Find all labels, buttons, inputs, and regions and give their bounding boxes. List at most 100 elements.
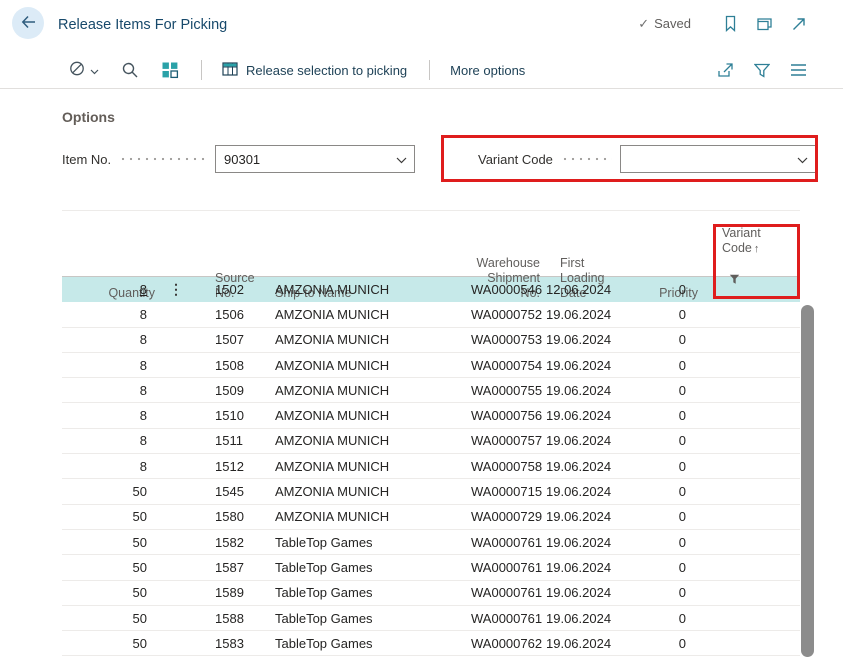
warehouse-shipment-no-cell[interactable]: WA0000754 [471,358,543,373]
ship-to-name-cell[interactable]: AMZONIA MUNICH [267,459,471,474]
row-more-icon[interactable]: ⋮ [169,281,183,297]
source-no-cell[interactable]: 1511 [205,433,267,448]
first-loading-date-cell[interactable]: 19.06.2024 [543,307,621,322]
table-row[interactable]: 8 ⋮ 1507 AMZONIA MUNICH WA0000753 19.06.… [62,328,800,353]
filter-icon[interactable] [754,63,770,78]
warehouse-shipment-no-cell[interactable]: WA0000546 [471,282,543,297]
quantity-value[interactable]: 8 [140,408,147,423]
ship-to-name-cell[interactable]: AMZONIA MUNICH [267,332,471,347]
automate-menu-button[interactable] [68,59,99,81]
first-loading-date-cell[interactable]: 19.06.2024 [543,611,621,626]
ship-to-name-cell[interactable]: AMZONIA MUNICH [267,358,471,373]
warehouse-shipment-no-cell[interactable]: WA0000755 [471,383,543,398]
ship-to-name-cell[interactable]: TableTop Games [267,611,471,626]
ship-to-name-cell[interactable]: AMZONIA MUNICH [267,408,471,423]
table-row[interactable]: 8 ⋮ 1512 AMZONIA MUNICH WA0000758 19.06.… [62,454,800,479]
priority-cell[interactable]: 0 [621,459,700,474]
priority-cell[interactable]: 0 [621,560,700,575]
quantity-value[interactable]: 50 [133,509,147,524]
priority-cell[interactable]: 0 [621,535,700,550]
item-no-combobox[interactable]: 90301 [215,145,415,173]
ship-to-name-cell[interactable]: TableTop Games [267,560,471,575]
quantity-value[interactable]: 8 [140,459,147,474]
back-button[interactable] [12,7,44,39]
table-row[interactable]: 8 ⋮ 1510 AMZONIA MUNICH WA0000756 19.06.… [62,403,800,428]
quantity-value[interactable]: 8 [140,433,147,448]
first-loading-date-cell[interactable]: 19.06.2024 [543,358,621,373]
priority-cell[interactable]: 0 [621,509,700,524]
source-no-cell[interactable]: 1545 [205,484,267,499]
warehouse-shipment-no-cell[interactable]: WA0000761 [471,585,543,600]
ship-to-name-cell[interactable]: AMZONIA MUNICH [267,509,471,524]
quantity-value[interactable]: 8 [140,358,147,373]
table-row[interactable]: 8 ⋮ 1508 AMZONIA MUNICH WA0000754 19.06.… [62,353,800,378]
chevron-down-icon[interactable] [396,152,407,167]
warehouse-shipment-no-cell[interactable]: WA0000761 [471,535,543,550]
priority-cell[interactable]: 0 [621,636,700,651]
source-no-cell[interactable]: 1509 [205,383,267,398]
priority-cell[interactable]: 0 [621,358,700,373]
warehouse-shipment-no-cell[interactable]: WA0000715 [471,484,543,499]
warehouse-shipment-no-cell[interactable]: WA0000729 [471,509,543,524]
table-scrollbar[interactable] [799,277,815,661]
source-no-cell[interactable]: 1502 [205,282,267,297]
priority-cell[interactable]: 0 [621,408,700,423]
table-row[interactable]: 50 ⋮ 1582 TableTop Games WA0000761 19.06… [62,530,800,555]
quantity-value[interactable]: 8 [140,332,147,347]
chevron-down-icon[interactable] [797,152,808,167]
quantity-value[interactable]: 8 [140,307,147,322]
share-icon[interactable] [717,62,734,78]
source-no-cell[interactable]: 1587 [205,560,267,575]
priority-cell[interactable]: 0 [621,383,700,398]
quantity-value[interactable]: 50 [133,560,147,575]
quantity-value[interactable]: 8 [140,282,147,297]
ship-to-name-cell[interactable]: AMZONIA MUNICH [267,433,471,448]
warehouse-shipment-no-cell[interactable]: WA0000753 [471,332,543,347]
priority-cell[interactable]: 0 [621,585,700,600]
table-row[interactable]: 50 ⋮ 1583 TableTop Games WA0000762 19.06… [62,631,800,656]
bookmark-icon[interactable] [723,15,738,32]
warehouse-shipment-no-cell[interactable]: WA0000762 [471,636,543,651]
ship-to-name-cell[interactable]: TableTop Games [267,585,471,600]
first-loading-date-cell[interactable]: 19.06.2024 [543,484,621,499]
warehouse-shipment-no-cell[interactable]: WA0000761 [471,611,543,626]
first-loading-date-cell[interactable]: 19.06.2024 [543,433,621,448]
warehouse-shipment-no-cell[interactable]: WA0000758 [471,459,543,474]
list-icon[interactable] [790,63,807,77]
quantity-value[interactable]: 50 [133,585,147,600]
priority-cell[interactable]: 0 [621,307,700,322]
quantity-value[interactable]: 50 [133,611,147,626]
first-loading-date-cell[interactable]: 12.06.2024 [543,282,621,297]
search-icon[interactable] [121,61,139,79]
analyze-icon[interactable] [161,61,179,79]
source-no-cell[interactable]: 1506 [205,307,267,322]
source-no-cell[interactable]: 1508 [205,358,267,373]
table-row[interactable]: 50 ⋮ 1545 AMZONIA MUNICH WA0000715 19.06… [62,479,800,504]
priority-cell[interactable]: 0 [621,484,700,499]
priority-cell[interactable]: 0 [621,433,700,448]
table-row[interactable]: 8 ⋮ 1506 AMZONIA MUNICH WA0000752 19.06.… [62,302,800,327]
table-row[interactable]: 8 ⋮ 1511 AMZONIA MUNICH WA0000757 19.06.… [62,429,800,454]
quantity-value[interactable]: 50 [133,636,147,651]
first-loading-date-cell[interactable]: 19.06.2024 [543,459,621,474]
column-header-variant-code[interactable]: Variant Code↑ [700,211,800,308]
priority-cell[interactable]: 0 [621,332,700,347]
warehouse-shipment-no-cell[interactable]: WA0000761 [471,560,543,575]
source-no-cell[interactable]: 1507 [205,332,267,347]
warehouse-shipment-no-cell[interactable]: WA0000752 [471,307,543,322]
ship-to-name-cell[interactable]: TableTop Games [267,535,471,550]
warehouse-shipment-no-cell[interactable]: WA0000756 [471,408,543,423]
ship-to-name-cell[interactable]: AMZONIA MUNICH [267,282,471,297]
open-in-window-icon[interactable] [756,16,773,32]
source-no-cell[interactable]: 1589 [205,585,267,600]
priority-cell[interactable]: 0 [621,282,700,297]
source-no-cell[interactable]: 1588 [205,611,267,626]
release-selection-button[interactable]: Release selection to picking [216,57,413,84]
source-no-cell[interactable]: 1583 [205,636,267,651]
source-no-cell[interactable]: 1580 [205,509,267,524]
expand-icon[interactable] [791,16,807,32]
table-row[interactable]: 50 ⋮ 1588 TableTop Games WA0000761 19.06… [62,606,800,631]
first-loading-date-cell[interactable]: 19.06.2024 [543,535,621,550]
scrollbar-thumb[interactable] [801,305,814,657]
table-row[interactable]: 8 ⋮ 1509 AMZONIA MUNICH WA0000755 19.06.… [62,378,800,403]
